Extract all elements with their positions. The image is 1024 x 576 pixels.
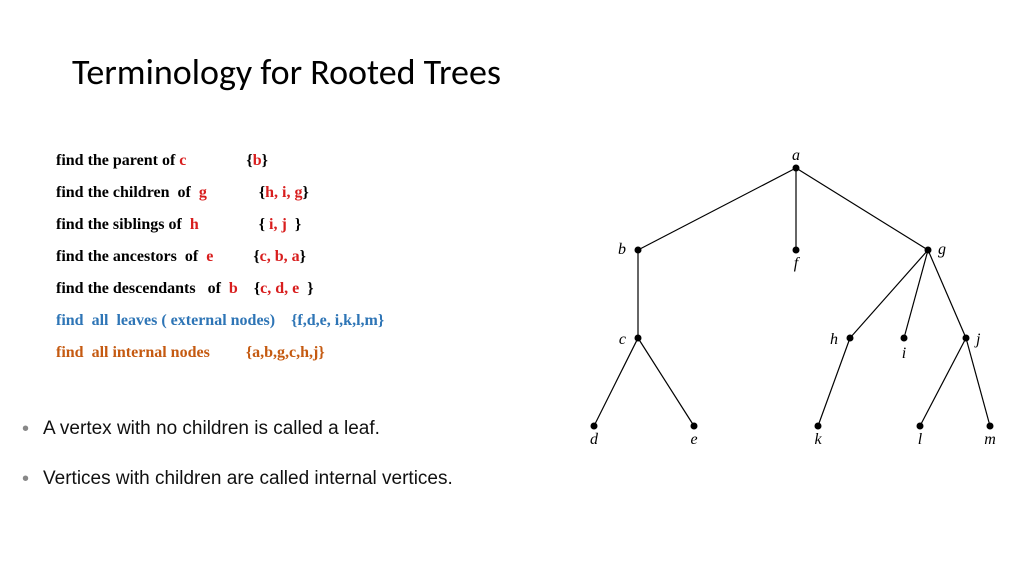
row-siblings: find the siblings of h { i, j } [56, 216, 536, 234]
node-a: a [792, 147, 800, 164]
bullet-list: • A vertex with no children is called a … [22, 418, 542, 518]
node-k: k [814, 431, 822, 448]
tree-diagram: a b f g c h i j d e k l m [558, 140, 998, 460]
bullet-leaf-def: • A vertex with no children is called a … [22, 418, 542, 440]
bullet-internal-def: • Vertices with children are called inte… [22, 468, 542, 490]
row-parent: find the parent of c {b} [56, 152, 536, 170]
bullet-dot-icon: • [22, 468, 29, 490]
bullet-dot-icon: • [22, 418, 29, 440]
row-descendants: find the descendants of b {c, d, e } [56, 280, 536, 298]
row-ancestors: find the ancestors of e {c, b, a} [56, 248, 536, 266]
row-leaves: find all leaves ( external nodes) {f,d,e… [56, 312, 536, 330]
node-g: g [938, 241, 946, 258]
node-d: d [590, 431, 599, 448]
node-h: h [830, 331, 838, 348]
node-c: c [619, 331, 626, 348]
node-i: i [902, 345, 906, 362]
node-f: f [794, 255, 801, 272]
node-m: m [984, 431, 996, 448]
node-j: j [974, 331, 981, 348]
bullet-text: A vertex with no children is called a le… [43, 418, 380, 440]
bullet-text: Vertices with children are called intern… [43, 468, 453, 490]
row-children: find the children of g {h, i, g} [56, 184, 536, 202]
node-b: b [618, 241, 626, 258]
page-title: Terminology for Rooted Trees [72, 50, 501, 94]
node-l: l [918, 431, 923, 448]
question-list: find the parent of c {b} find the childr… [56, 152, 536, 376]
row-internal: find all internal nodes {a,b,g,c,h,j} [56, 344, 536, 362]
node-e: e [690, 431, 697, 448]
